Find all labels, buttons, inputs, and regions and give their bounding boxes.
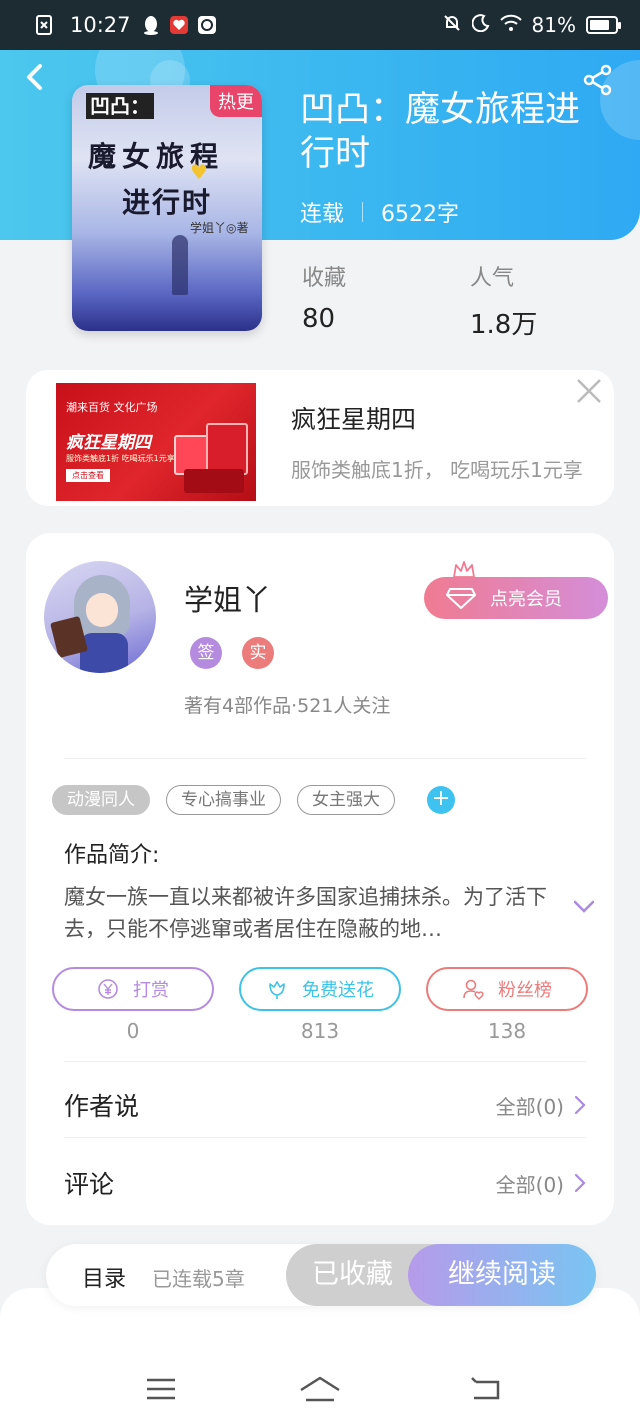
ad-image-headline: 疯狂星期四 bbox=[66, 433, 151, 453]
mail-app-icon bbox=[197, 15, 217, 35]
intro-heading: 作品简介: bbox=[64, 843, 160, 868]
divider bbox=[64, 758, 586, 759]
comments-row[interactable]: 评论 全部(0) bbox=[64, 1145, 586, 1221]
popularity-label: 人气 bbox=[470, 266, 515, 291]
vip-button[interactable]: 点亮会员 bbox=[424, 577, 608, 619]
cover-title-line3: 进行时 bbox=[122, 186, 213, 219]
word-count: 6522字 bbox=[381, 202, 460, 227]
tag-item[interactable]: 动漫同人 bbox=[52, 785, 150, 815]
ad-description: 服饰类触底1折， 吃喝玩乐1元享 bbox=[291, 458, 583, 482]
favorites-stat: 收藏 80 bbox=[302, 260, 346, 334]
wifi-icon bbox=[499, 13, 522, 37]
divider bbox=[64, 1061, 586, 1062]
ad-image-sub: 服饰类触底1折 吃喝玩乐1元享 bbox=[66, 454, 175, 463]
fan-count: 138 bbox=[487, 1019, 527, 1043]
battery-icon bbox=[586, 16, 621, 34]
chevron-right-icon bbox=[574, 1095, 586, 1115]
chevron-left-icon bbox=[27, 64, 42, 90]
tag-item[interactable]: 女主强大 bbox=[297, 785, 395, 815]
author-says-all: 全部(0) bbox=[496, 1091, 586, 1120]
signed-badge: 签 bbox=[190, 637, 222, 669]
system-nav-bar bbox=[0, 1288, 640, 1427]
crown-icon bbox=[453, 561, 475, 578]
yuan-icon bbox=[98, 979, 118, 999]
book-cover[interactable]: 凹凸： 热更 魔女旅程 ♥ 进行时 学姐丫◎著 bbox=[72, 85, 262, 331]
meta-divider bbox=[362, 202, 364, 222]
heart-app-icon bbox=[169, 15, 189, 35]
sim-card-icon bbox=[34, 15, 54, 35]
tag-list: 动漫同人 专心搞事业 女主强大 + bbox=[52, 785, 455, 815]
ad-close-button[interactable] bbox=[574, 376, 604, 406]
diamond-icon bbox=[446, 588, 476, 609]
moon-icon bbox=[471, 13, 490, 37]
comments-label: 评论 bbox=[64, 1170, 115, 1199]
menu-icon[interactable] bbox=[144, 1374, 178, 1404]
flower-icon bbox=[269, 981, 285, 999]
mute-icon bbox=[442, 13, 462, 38]
send-flower-button[interactable]: 免费送花 bbox=[239, 967, 401, 1011]
ad-image: 潮来百货 文化广场 疯狂星期四 服饰类触底1折 吃喝玩乐1元享 点击查看 bbox=[56, 383, 256, 501]
chevron-down-icon[interactable] bbox=[572, 897, 596, 917]
tip-button[interactable]: 打赏 bbox=[52, 967, 214, 1011]
user-heart-icon bbox=[463, 979, 484, 1000]
cover-title-line1: 凹凸： bbox=[86, 93, 154, 119]
ad-image-logo: 潮来百货 文化广场 bbox=[66, 401, 158, 414]
battery-percent: 81% bbox=[531, 13, 576, 37]
continue-reading-button[interactable]: 继续阅读 bbox=[408, 1244, 596, 1306]
divider bbox=[64, 1137, 586, 1138]
hot-badge: 热更 bbox=[210, 85, 262, 117]
favorites-label: 收藏 bbox=[302, 266, 347, 291]
toc-button[interactable]: 目录 bbox=[82, 1261, 126, 1293]
flower-count: 813 bbox=[300, 1019, 340, 1043]
book-status: 连载 bbox=[300, 202, 345, 227]
fan-rank-label: 粉丝榜 bbox=[498, 980, 552, 1001]
author-says-row[interactable]: 作者说 全部(0) bbox=[64, 1067, 586, 1143]
ad-image-button: 点击查看 bbox=[66, 469, 110, 482]
cover-author: 学姐丫◎著 bbox=[190, 221, 249, 235]
cover-figure bbox=[172, 235, 188, 295]
book-meta: 连载 6522字 bbox=[300, 196, 459, 228]
close-icon bbox=[577, 379, 601, 403]
tip-count: 0 bbox=[126, 1019, 140, 1043]
ad-banner[interactable]: 潮来百货 文化广场 疯狂星期四 服饰类触底1折 吃喝玩乐1元享 点击查看 疯狂星… bbox=[26, 370, 614, 506]
favorites-value: 80 bbox=[302, 304, 336, 334]
fan-rank-button[interactable]: 粉丝榜 bbox=[426, 967, 588, 1011]
tip-label: 打赏 bbox=[133, 980, 169, 1001]
tag-item[interactable]: 专心搞事业 bbox=[166, 785, 281, 815]
author-follow-info: 著有4部作品·521人关注 bbox=[184, 695, 391, 717]
back-button[interactable] bbox=[24, 62, 52, 96]
comments-all: 全部(0) bbox=[496, 1169, 586, 1198]
back-nav-icon[interactable] bbox=[470, 1374, 504, 1404]
popularity-stat: 人气 1.8万 bbox=[470, 260, 537, 341]
info-card: 学姐丫 签 实 著有4部作品·521人关注 点亮会员 动漫同人 专心搞事业 女主… bbox=[26, 533, 614, 1225]
send-flower-label: 免费送花 bbox=[302, 980, 374, 1001]
qq-icon bbox=[141, 15, 161, 35]
chapter-count: 已连载5章 bbox=[152, 1267, 245, 1291]
vip-label: 点亮会员 bbox=[490, 589, 562, 610]
book-title: 凹凸：魔女旅程进行时 bbox=[300, 90, 581, 174]
intro-text: 魔女一族一直以来都被许多国家追捕抹杀。为了活下去，只能不停逃窜或者居住在隐蔽的地… bbox=[64, 885, 547, 941]
clock: 10:27 bbox=[70, 13, 131, 37]
author-avatar[interactable] bbox=[44, 561, 156, 673]
bottom-action-bar: 目录 已连载5章 已收藏 继续阅读 bbox=[46, 1244, 596, 1306]
author-name[interactable]: 学姐丫 bbox=[184, 577, 271, 619]
add-tag-button[interactable]: + bbox=[427, 786, 455, 814]
status-bar: 10:27 81% bbox=[0, 0, 640, 50]
ad-title: 疯狂星期四 bbox=[291, 405, 417, 434]
author-says-label: 作者说 bbox=[64, 1092, 140, 1121]
home-icon[interactable] bbox=[298, 1374, 342, 1404]
chevron-right-icon bbox=[574, 1173, 586, 1193]
popularity-value: 1.8万 bbox=[470, 310, 538, 340]
verified-badge: 实 bbox=[242, 637, 274, 669]
